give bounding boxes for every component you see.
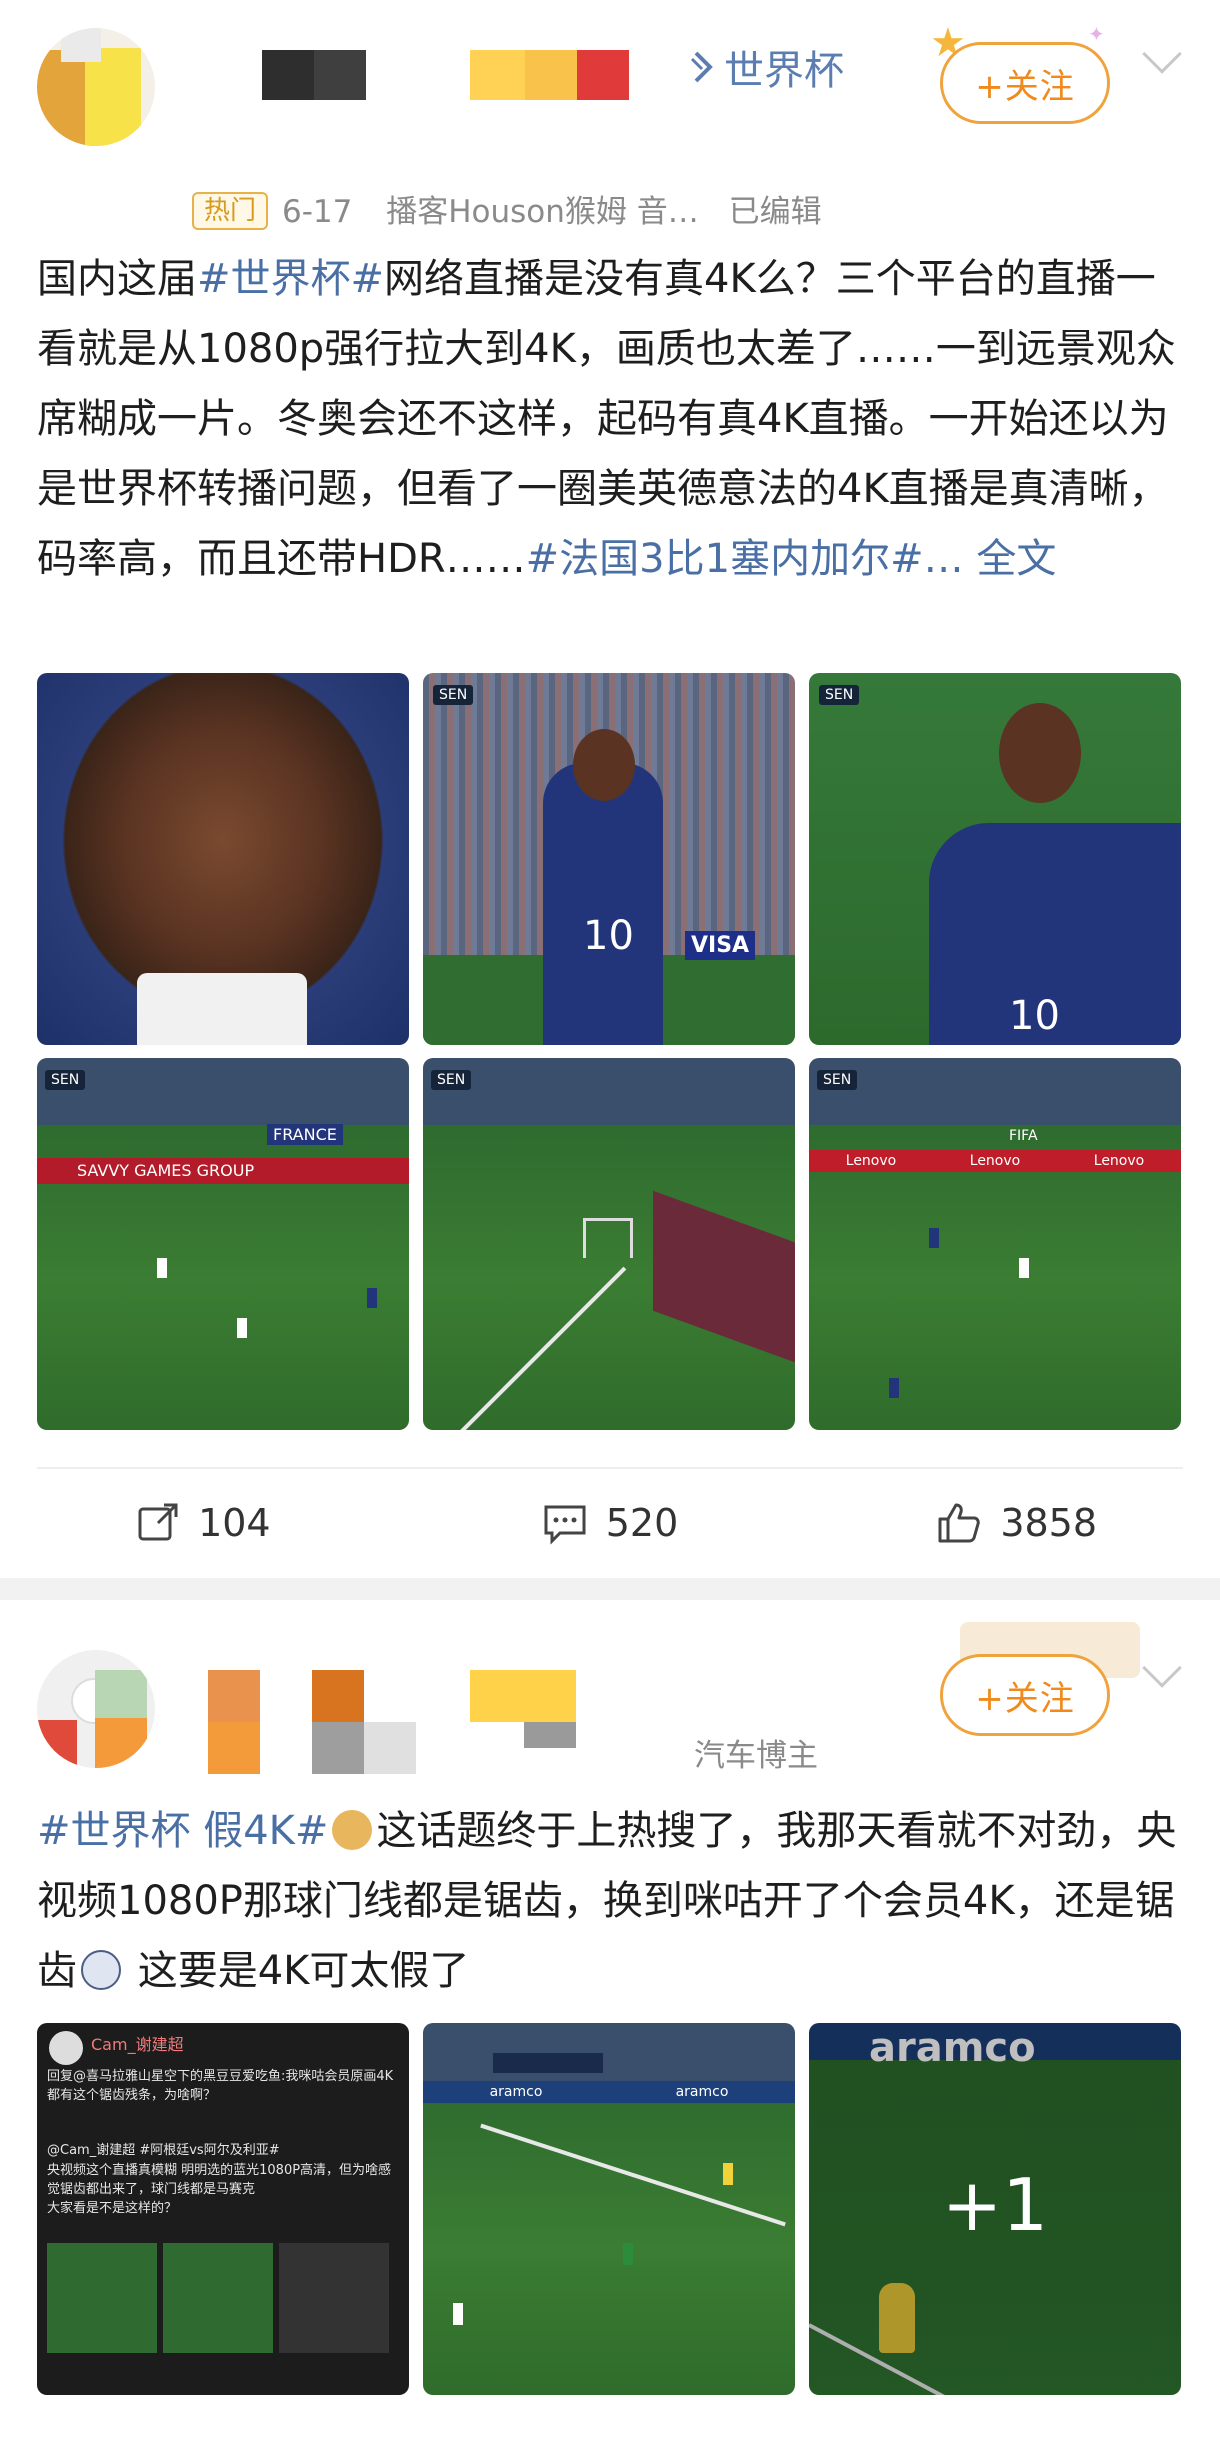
shirt-number: 10 <box>1009 993 1060 1039</box>
post-date: 6-17 <box>282 194 353 230</box>
post-image[interactable]: aramco aramco <box>423 2023 795 2395</box>
chevron-down-icon[interactable] <box>1142 1648 1182 1688</box>
edited-label: 已编辑 <box>728 194 822 230</box>
more-images-count: +1 <box>941 2163 1049 2247</box>
action-bar: 104 520 3858 <box>0 1468 1220 1578</box>
post-image[interactable]: SEN <box>423 1058 795 1430</box>
topic-link[interactable]: 世界杯 <box>690 38 844 96</box>
score-overlay: SEN <box>45 1070 86 1090</box>
chevron-down-icon[interactable] <box>1142 34 1182 74</box>
text-segment: 网络直播是没有真4K么？三个平台的直播一看就是从1080p强行拉大到4K，画质也… <box>37 256 1176 582</box>
post-divider <box>0 1578 1220 1600</box>
score-overlay: SEN <box>431 1070 472 1090</box>
follow-button[interactable]: +关注 <box>940 42 1110 124</box>
avatar[interactable] <box>37 1650 155 1768</box>
post-image[interactable]: SEN 10 VISA <box>423 673 795 1045</box>
full-text-link[interactable]: 全文 <box>976 536 1056 582</box>
repost-button[interactable]: 104 <box>0 1468 407 1578</box>
comment-icon <box>544 1505 586 1545</box>
post-source[interactable]: 播客Houson猴姆 音… <box>386 194 699 230</box>
ad-board-aramco: aramco aramco <box>423 2081 795 2103</box>
ellipsis: … <box>923 536 977 582</box>
post-image[interactable] <box>37 673 409 1045</box>
post-meta: 热门 6-17 播客Houson猴姆 音… 已编辑 <box>192 186 822 231</box>
avatar[interactable] <box>37 28 155 146</box>
ad-board-fifa: FIFA <box>1009 1128 1038 1144</box>
topic-icon <box>690 51 713 83</box>
post-image[interactable]: Cam_谢建超 回复@喜马拉雅山星空下的黑豆豆爱吃鱼:我咪咕会员原画4K都有这个… <box>37 2023 409 2395</box>
post-image[interactable]: aramco +1 <box>809 2023 1181 2395</box>
doge-emoji-icon <box>332 1810 373 1850</box>
text-segment: 这要是4K可太假了 <box>125 1948 470 1994</box>
repost-count: 104 <box>198 1501 271 1545</box>
dizzy-face-emoji-icon <box>81 1950 121 1990</box>
like-button[interactable]: 3858 <box>813 1468 1220 1578</box>
hashtag-link[interactable]: #世界杯# <box>197 256 384 302</box>
ad-board-visa: VISA <box>685 931 756 960</box>
star-decoration: ✦ <box>1088 22 1105 46</box>
screenshot-body: 央视频这个直播真模糊 明明选的蓝光1080P高清，但为啥感觉锯齿都出来了，球门线… <box>47 2163 392 2197</box>
repost-icon <box>138 1503 178 1541</box>
text-segment: 国内这届 <box>37 256 197 302</box>
shirt-number: 10 <box>583 913 634 959</box>
ad-board-france: FRANCE <box>267 1124 343 1145</box>
post-image[interactable]: SEN SAVVY GAMES GROUP FRANCE <box>37 1058 409 1430</box>
hashtag-link[interactable]: #世界杯 假4K# <box>37 1808 328 1854</box>
score-overlay: SEN <box>819 685 860 705</box>
screenshot-reply: 回复@喜马拉雅山星空下的黑豆豆爱吃鱼:我咪咕会员原画4K都有这个锯齿残条，为啥啊… <box>47 2069 394 2103</box>
post-image[interactable]: SEN 10 <box>809 673 1181 1045</box>
post-text: 国内这届#世界杯#网络直播是没有真4K么？三个平台的直播一看就是从1080p强行… <box>37 244 1187 594</box>
post-text: #世界杯 假4K# 这话题终于上热搜了，我那天看就不对劲，央视频1080P那球门线… <box>37 1796 1187 2006</box>
score-overlay: SEN <box>433 685 474 705</box>
ad-board-lenovo: Lenovo Lenovo Lenovo <box>809 1150 1181 1172</box>
like-icon <box>938 1503 981 1543</box>
follow-button[interactable]: +关注 <box>940 1654 1110 1736</box>
hashtag-link[interactable]: #法国3比1塞内加尔# <box>526 536 924 582</box>
comment-count: 520 <box>605 1501 679 1545</box>
like-count: 3858 <box>1000 1501 1098 1545</box>
screenshot-username: Cam_谢建超 <box>91 2035 184 2054</box>
comment-button[interactable]: 520 <box>407 1468 814 1578</box>
author-role: 汽车博主 <box>694 1738 818 1774</box>
ad-board: SAVVY GAMES GROUP <box>37 1158 409 1184</box>
topic-label: 世界杯 <box>724 48 844 94</box>
post-image[interactable]: SEN Lenovo Lenovo Lenovo FIFA <box>809 1058 1181 1430</box>
screenshot-question: 大家看是不是这样的？ <box>47 2201 178 2216</box>
score-overlay: SEN <box>817 1070 858 1090</box>
screenshot-mention: @Cam_谢建超 #阿根廷vs阿尔及利亚# <box>47 2143 280 2158</box>
hot-badge: 热门 <box>192 192 269 230</box>
